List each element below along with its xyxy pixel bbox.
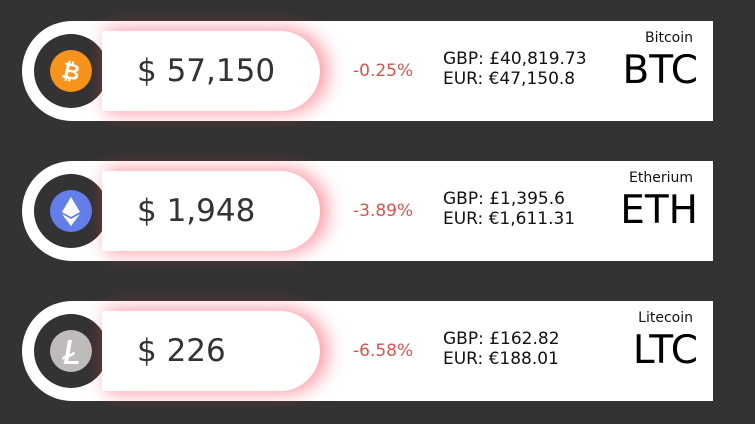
ethereum-icon xyxy=(50,190,92,232)
coin-ticker: ETH xyxy=(620,188,698,233)
price-pill: $ 57,150 xyxy=(102,31,320,111)
coin-icon-badge xyxy=(34,314,108,388)
bitcoin-icon: ₿ xyxy=(50,50,92,92)
price-gbp: GBP: £162.82 xyxy=(443,329,560,349)
coin-name: Bitcoin xyxy=(644,30,693,46)
price-pill: $ 1,948 xyxy=(102,171,320,251)
coin-ticker: BTC xyxy=(622,48,698,93)
fx-rates: GBP: £162.82 EUR: €188.01 xyxy=(443,329,560,369)
fx-rates: GBP: £1,395.6 EUR: €1,611.31 xyxy=(443,189,575,229)
price-change: -0.25% xyxy=(353,61,414,81)
coin-name: Litecoin xyxy=(638,310,693,326)
price-eur: EUR: €188.01 xyxy=(443,349,559,369)
price-gbp: GBP: £1,395.6 xyxy=(443,189,565,209)
coin-ticker: LTC xyxy=(632,328,698,373)
price-pill: $ 226 xyxy=(102,311,320,391)
coin-card-ethereum[interactable]: $ 1,948 -3.89% GBP: £1,395.6 EUR: €1,611… xyxy=(22,161,713,261)
svg-text:₿: ₿ xyxy=(59,58,82,86)
coin-icon-badge xyxy=(34,174,108,248)
coin-card-litecoin[interactable]: $ 226 -6.58% GBP: £162.82 EUR: €188.01 L… xyxy=(22,301,713,401)
price-eur: EUR: €47,150.8 xyxy=(443,69,576,89)
price-usd: $ 1,948 xyxy=(137,193,256,229)
price-usd: $ 226 xyxy=(137,333,226,369)
coin-card-bitcoin[interactable]: ₿ $ 57,150 -0.25% GBP: £40,819.73 EUR: €… xyxy=(22,21,713,121)
price-eur: EUR: €1,611.31 xyxy=(443,209,576,229)
price-change: -3.89% xyxy=(353,201,414,221)
price-usd: $ 57,150 xyxy=(137,53,276,89)
price-change: -6.58% xyxy=(353,341,414,361)
fx-rates: GBP: £40,819.73 EUR: €47,150.8 xyxy=(443,49,587,89)
coin-icon-badge: ₿ xyxy=(34,34,108,108)
coin-name: Etherium xyxy=(629,170,693,186)
litecoin-icon xyxy=(50,330,92,372)
price-gbp: GBP: £40,819.73 xyxy=(443,49,587,69)
